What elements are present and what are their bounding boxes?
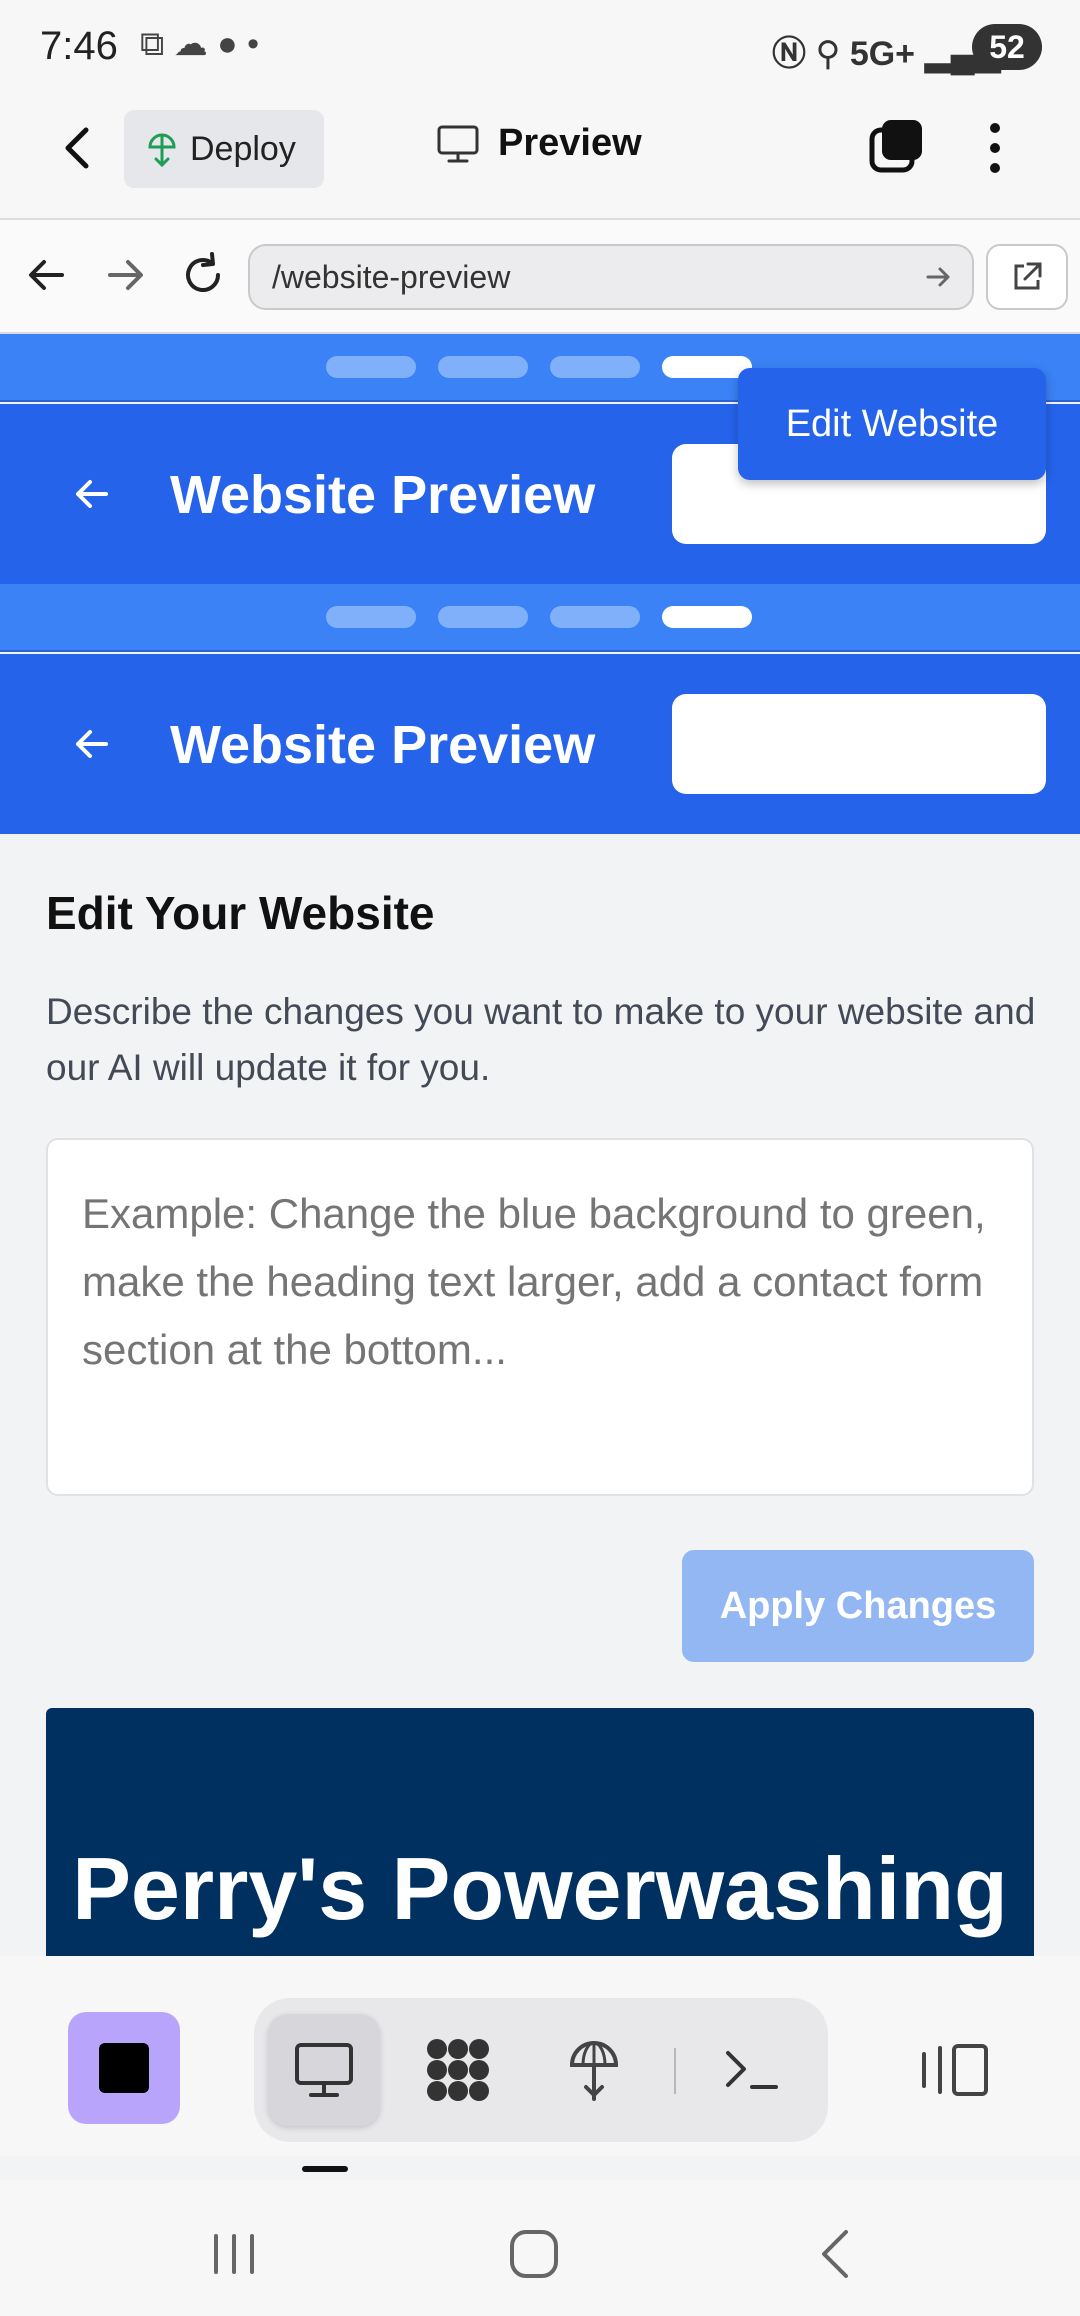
site-hero: Perry's Powerwashing [46,1708,1034,1958]
carousel-dots [326,606,752,628]
more-vertical-icon[interactable] [980,118,1010,178]
arrow-right-icon[interactable] [100,250,150,300]
external-link-button[interactable] [986,244,1068,310]
monitor-icon [437,125,479,162]
preview-header-title: Website Preview [170,715,596,775]
url-go-icon[interactable] [922,261,954,293]
tool-separator [674,2048,676,2094]
carousel-dot[interactable] [550,606,640,628]
reload-icon[interactable] [178,250,228,300]
status-bar: 7:46 ⧉ ☁ ● • Ⓝ ⚲ 5G+ ▂▄▆ 52 [0,0,1080,96]
battery-indicator: 52 [972,24,1042,70]
url-text: /website-preview [272,258,511,295]
tool-preview[interactable] [268,2014,380,2126]
deploy-icon [148,133,176,167]
grid-icon [427,2039,489,2101]
external-link-icon [1014,262,1042,290]
arrow-left-icon[interactable] [70,472,114,516]
monitor-icon [295,2043,353,2097]
change-request-input[interactable] [46,1138,1034,1496]
app-bar: Deploy Preview [0,96,1080,220]
carousel-dot[interactable] [550,356,640,378]
bottom-dock [0,1956,1080,2156]
network-indicator: Ⓝ ⚲ 5G+ ▂▄▆ [772,26,1001,75]
panel-icon[interactable] [918,2040,994,2100]
location-icon: ⚲ [815,35,841,73]
deploy-icon [569,2041,619,2101]
stop-icon [99,2043,149,2093]
carousel-dot[interactable] [326,356,416,378]
deploy-button[interactable]: Deploy [124,110,324,188]
back-arrow-icon[interactable] [54,122,106,174]
tool-grid[interactable] [402,2014,514,2126]
home-icon[interactable] [504,2224,564,2284]
layers-icon[interactable] [866,118,926,178]
site-hero-title: Perry's Powerwashing [72,1839,1008,1938]
stop-button[interactable] [68,2012,180,2124]
preview-label: Preview [498,122,642,164]
header-white-box[interactable] [672,694,1046,794]
terminal-icon [726,2051,778,2089]
preview-header-title: Website Preview [170,465,596,525]
nfc-icon: Ⓝ [772,35,806,73]
system-navigation [0,2180,1080,2316]
url-input[interactable]: /website-preview [248,244,974,310]
arrow-left-icon[interactable] [70,722,114,766]
edit-panel-title: Edit Your Website [46,887,435,939]
recents-icon[interactable] [204,2224,264,2284]
carousel-dot-active[interactable] [662,606,752,628]
status-time: 7:46 [40,24,118,68]
carousel-dots [326,356,752,378]
carousel-dot[interactable] [438,356,528,378]
network-label: 5G+ [849,35,916,73]
tool-terminal[interactable] [696,2014,808,2126]
notification-icons: ⧉ ☁ ● • [140,25,260,63]
apply-changes-button[interactable]: Apply Changes [682,1550,1034,1662]
tool-switcher [254,1998,828,2142]
arrow-left-icon[interactable] [22,250,72,300]
browser-toolbar: /website-preview [0,220,1080,334]
carousel-dot[interactable] [326,606,416,628]
back-icon[interactable] [808,2224,868,2284]
edit-panel-description: Describe the changes you want to make to… [46,991,1036,1088]
carousel-dot[interactable] [438,606,528,628]
deploy-label: Deploy [190,129,296,168]
carousel-stripe [0,584,1080,652]
tool-deploy[interactable] [538,2014,650,2126]
edit-website-button[interactable]: Edit Website [738,368,1046,480]
active-tool-indicator [302,2166,348,2172]
preview-tab[interactable]: Preview [436,122,642,165]
preview-header: Website Preview [0,654,1080,834]
